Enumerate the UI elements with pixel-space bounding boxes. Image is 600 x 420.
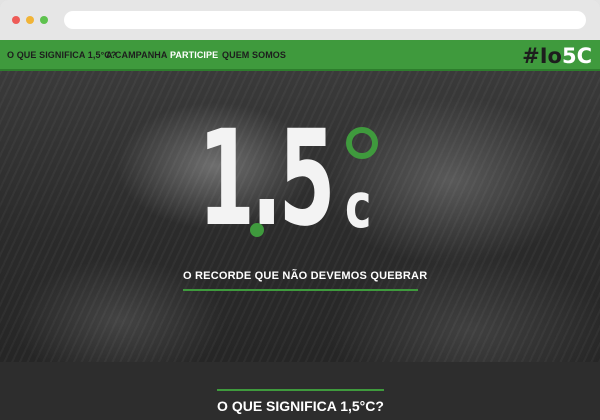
site-logo[interactable]: #Io5C — [522, 43, 592, 69]
what-means-section: O QUE SIGNIFICA 1,5°C? — [0, 362, 600, 420]
logo-5c: 5C — [561, 44, 592, 68]
nav-item-participate[interactable]: PARTICIPE — [170, 50, 218, 60]
hero-banner: 1.5 c O RECORDE QUE NÃO DEVEMOS QUEBRAR — [0, 71, 600, 362]
tagline-underline — [183, 289, 418, 291]
logo-io: Io — [539, 44, 562, 68]
maximize-window-icon[interactable] — [40, 16, 48, 24]
minimize-window-icon[interactable] — [26, 16, 34, 24]
logo-hash: # — [522, 44, 540, 68]
browser-window: O QUE SIGNIFICA 1,5°C? A CAMPANHA PARTIC… — [0, 0, 600, 420]
degree-icon — [346, 127, 378, 159]
section-rule — [217, 389, 384, 391]
site-navbar: O QUE SIGNIFICA 1,5°C? A CAMPANHA PARTIC… — [0, 40, 600, 71]
nav-item-what-means[interactable]: O QUE SIGNIFICA 1,5°C? — [7, 50, 116, 60]
nav-item-campaign[interactable]: A CAMPANHA — [106, 50, 168, 60]
browser-chrome — [0, 0, 600, 40]
section-title: O QUE SIGNIFICA 1,5°C? — [217, 398, 384, 414]
close-window-icon[interactable] — [12, 16, 20, 24]
hero-unit: c — [345, 169, 372, 242]
hero-number: 1.5 — [198, 102, 336, 256]
decimal-dot-icon — [250, 223, 264, 237]
nav-item-about[interactable]: QUEM SOMOS — [222, 50, 286, 60]
hero-tagline: O RECORDE QUE NÃO DEVEMOS QUEBRAR — [183, 270, 428, 282]
address-bar[interactable] — [64, 11, 586, 29]
